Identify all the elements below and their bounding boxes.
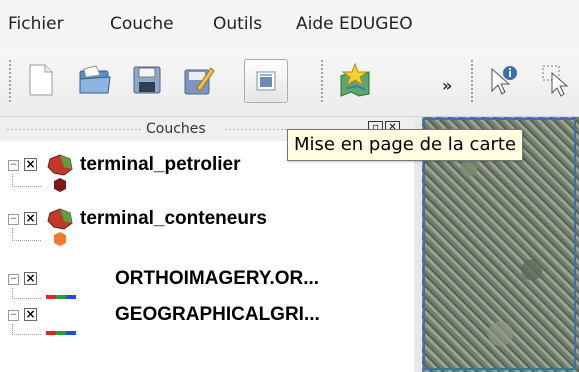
edit-pencil-icon bbox=[184, 67, 215, 95]
tree-branch-line bbox=[12, 174, 41, 187]
polygon-layer-icon bbox=[47, 208, 73, 230]
legend-symbol-terminal-conteneurs bbox=[54, 232, 66, 246]
save-project-button[interactable] bbox=[126, 59, 168, 101]
layer-row-orthoimagery[interactable]: − × ORTHOIMAGERY.OR... bbox=[0, 267, 414, 293]
map-tool-button[interactable] bbox=[334, 59, 376, 101]
collapse-icon[interactable]: − bbox=[8, 214, 19, 225]
toolbar-grip[interactable] bbox=[8, 59, 12, 103]
menu-couche[interactable]: Couche bbox=[110, 14, 174, 34]
layer-visibility-checkbox[interactable]: × bbox=[24, 308, 37, 321]
menu-bar: Fichier Couche Outils Aide EDUGEO bbox=[0, 0, 579, 46]
legend-symbol-raster bbox=[46, 295, 76, 299]
new-document-icon bbox=[29, 64, 53, 96]
tooltip: Mise en page de la carte bbox=[287, 129, 524, 161]
menu-outils[interactable]: Outils bbox=[213, 14, 262, 34]
toolbar-grip-2[interactable] bbox=[320, 59, 324, 103]
select-cursor-icon bbox=[542, 65, 569, 97]
legend-symbol-raster bbox=[46, 331, 76, 335]
print-composer-icon bbox=[256, 71, 276, 91]
identify-button[interactable] bbox=[482, 59, 524, 101]
identify-cursor-icon bbox=[491, 66, 517, 95]
collapse-icon[interactable]: − bbox=[8, 274, 19, 285]
layer-name: terminal_conteneurs bbox=[80, 208, 267, 229]
save-as-button[interactable] bbox=[178, 59, 220, 101]
layer-name: GEOGRAPHICALGRI... bbox=[115, 304, 320, 325]
tree-branch-line bbox=[12, 288, 41, 299]
tree-branch-line bbox=[12, 228, 41, 241]
menu-fichier[interactable]: Fichier bbox=[8, 14, 64, 34]
layer-name: terminal_petrolier bbox=[80, 154, 241, 175]
collapse-icon[interactable]: − bbox=[8, 310, 19, 321]
layer-row-terminal-conteneurs[interactable]: − × terminal_conteneurs bbox=[0, 207, 414, 233]
menu-aide[interactable]: Aide EDUGEO bbox=[296, 14, 413, 34]
select-feature-button[interactable] bbox=[536, 59, 578, 101]
open-folder-icon bbox=[79, 65, 111, 94]
star-map-icon bbox=[340, 62, 370, 97]
print-composer-button[interactable] bbox=[244, 59, 288, 103]
layer-name: ORTHOIMAGERY.OR... bbox=[115, 268, 320, 289]
layer-visibility-checkbox[interactable]: × bbox=[24, 272, 37, 285]
save-floppy-icon bbox=[133, 66, 161, 94]
open-project-button[interactable] bbox=[74, 59, 116, 101]
layer-visibility-checkbox[interactable]: × bbox=[24, 212, 37, 225]
tree-branch-line bbox=[12, 324, 41, 335]
header-grip-left bbox=[6, 128, 142, 131]
layers-panel-title: Couches bbox=[146, 121, 206, 137]
toolbar: » bbox=[0, 46, 579, 117]
layer-visibility-checkbox[interactable]: × bbox=[24, 158, 37, 171]
legend-symbol-terminal-petrolier bbox=[54, 178, 66, 192]
toolbar-grip-3[interactable] bbox=[470, 59, 474, 103]
collapse-icon[interactable]: − bbox=[8, 160, 19, 171]
new-project-button[interactable] bbox=[20, 59, 62, 101]
polygon-layer-icon bbox=[47, 154, 73, 176]
layer-row-geographicalgrid[interactable]: − × GEOGRAPHICALGRI... bbox=[0, 303, 414, 329]
toolbar-overflow-button[interactable]: » bbox=[442, 76, 452, 95]
